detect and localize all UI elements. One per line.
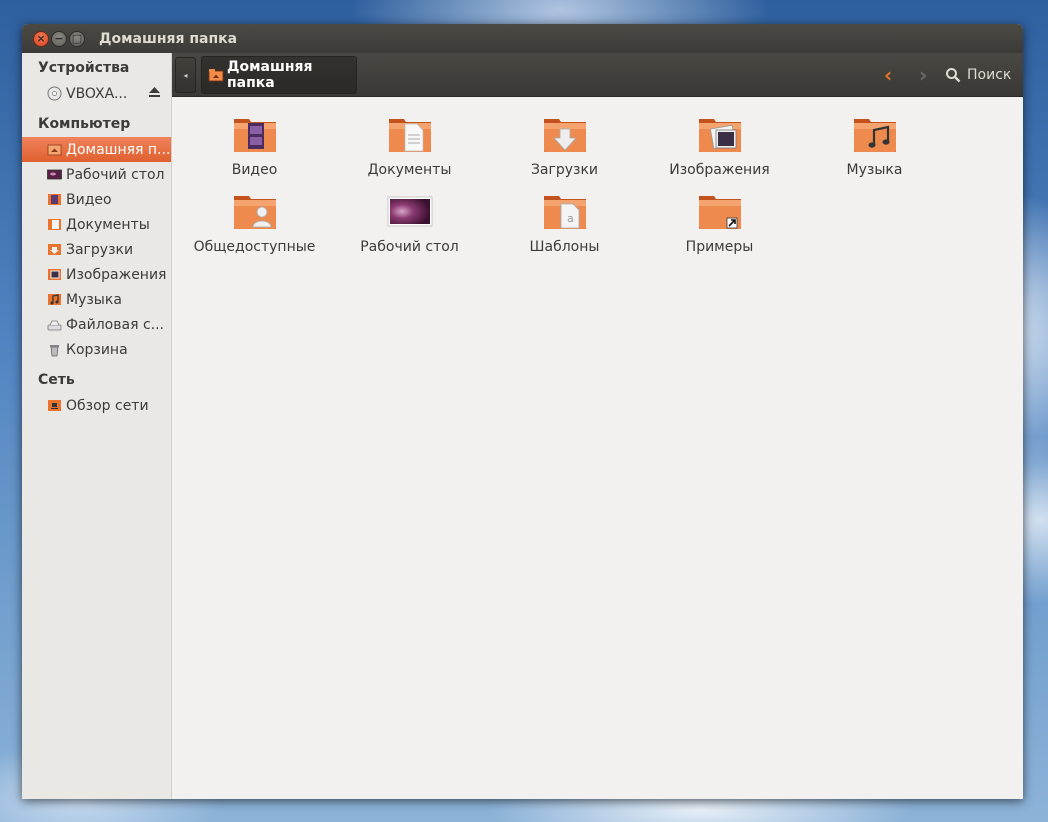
breadcrumb-scroll-left-button[interactable]: ◂ — [175, 57, 196, 93]
music-folder-icon — [851, 111, 899, 159]
sidebar-section-computer: Компьютер — [38, 116, 131, 132]
sidebar-item-label: Видео — [66, 191, 112, 208]
filesystem-icon — [47, 317, 62, 332]
public-folder-icon — [231, 188, 279, 236]
video-folder-icon — [47, 192, 62, 207]
maximize-window-button[interactable]: □ — [69, 30, 85, 47]
file-item-music[interactable]: Музыка — [797, 111, 952, 188]
file-view: Видео Документы Загрузки Изображения Муз… — [172, 97, 1023, 799]
search-button[interactable]: Поиск — [945, 63, 1011, 87]
sidebar-item-label: Файловая с... — [66, 316, 164, 333]
templates-folder-icon: a — [541, 188, 589, 236]
sidebar-item-label: Загрузки — [66, 241, 134, 258]
sidebar-item-music[interactable]: Музыка — [22, 287, 171, 312]
sidebar-item-label: Рабочий стол — [66, 166, 165, 183]
file-item-label: Рабочий стол — [360, 239, 459, 255]
home-folder-icon — [208, 67, 227, 83]
close-window-button[interactable]: × — [33, 30, 49, 47]
file-item-label: Примеры — [685, 239, 754, 255]
title-bar[interactable]: × − □ Домашняя папка — [22, 24, 1023, 53]
sidebar-item-video[interactable]: Видео — [22, 187, 171, 212]
sidebar-item-network-browse[interactable]: Обзор сети — [22, 393, 171, 418]
video-folder-icon — [231, 111, 279, 159]
sidebar-item-label: Музыка — [66, 291, 122, 308]
sidebar-item-vboxa[interactable]: VBOXA... — [22, 81, 171, 106]
file-item-video[interactable]: Видео — [177, 111, 332, 188]
breadcrumb-home-button[interactable]: Домашняя папка — [201, 56, 357, 94]
desktop-icon — [47, 167, 62, 182]
sidebar-item-label: Изображения — [66, 266, 167, 283]
file-item-pictures[interactable]: Изображения — [642, 111, 797, 188]
sidebar-item-trash[interactable]: Корзина — [22, 337, 171, 362]
svg-text:a: a — [567, 212, 574, 225]
search-label: Поиск — [967, 67, 1012, 83]
file-item-downloads[interactable]: Загрузки — [487, 111, 642, 188]
sidebar-item-filesystem[interactable]: Файловая с... — [22, 312, 171, 337]
trash-icon — [47, 342, 62, 357]
sidebar-item-label: VBOXA... — [66, 85, 128, 102]
file-item-desktop[interactable]: Рабочий стол — [332, 188, 487, 265]
file-item-label: Загрузки — [530, 162, 599, 178]
network-folder-icon — [47, 398, 62, 413]
file-item-examples[interactable]: Примеры — [642, 188, 797, 265]
sidebar-item-documents[interactable]: Документы — [22, 212, 171, 237]
documents-folder-icon — [47, 217, 62, 232]
file-item-documents[interactable]: Документы — [332, 111, 487, 188]
back-chevron-icon[interactable]: ‹ — [884, 63, 892, 87]
file-item-label: Шаблоны — [529, 239, 600, 255]
sidebar-section-devices: Устройства — [38, 60, 130, 76]
file-item-public[interactable]: Общедоступные — [177, 188, 332, 265]
sidebar-item-home[interactable]: Домашняя п... — [22, 137, 171, 162]
pictures-folder-icon — [47, 267, 62, 282]
sidebar-item-desktop[interactable]: Рабочий стол — [22, 162, 171, 187]
documents-folder-icon — [386, 111, 434, 159]
sidebar-item-label: Домашняя п... — [66, 141, 171, 158]
sidebar-item-label: Обзор сети — [66, 397, 149, 414]
window-title: Домашняя папка — [99, 30, 238, 47]
desktop-folder-icon — [386, 188, 434, 236]
file-item-label: Изображения — [669, 162, 770, 178]
sidebar-section-network: Сеть — [38, 372, 75, 388]
music-folder-icon — [47, 292, 62, 307]
home-folder-icon — [47, 142, 62, 157]
sidebar-item-pictures[interactable]: Изображения — [22, 262, 171, 287]
eject-icon[interactable] — [148, 86, 161, 102]
file-manager-window: × − □ Домашняя папка Устройства VBOXA...… — [22, 24, 1023, 799]
minimize-window-button[interactable]: − — [51, 30, 67, 47]
file-item-label: Документы — [367, 162, 452, 178]
breadcrumb-label: Домашняя папка — [227, 59, 313, 91]
sidebar-item-label: Корзина — [66, 341, 128, 358]
toolbar: ◂ Домашняя папка ‹ › Поиск — [172, 53, 1023, 97]
file-item-label: Видео — [231, 162, 278, 178]
examples-folder-icon — [696, 188, 744, 236]
file-item-templates[interactable]: a Шаблоны — [487, 188, 642, 265]
forward-chevron-icon[interactable]: › — [919, 63, 927, 87]
file-item-label: Общедоступные — [193, 239, 316, 255]
downloads-folder-icon — [47, 242, 62, 257]
sidebar-item-downloads[interactable]: Загрузки — [22, 237, 171, 262]
search-icon — [945, 67, 967, 83]
downloads-folder-icon — [541, 111, 589, 159]
places-sidebar: Устройства VBOXA... Компьютер Домашняя п… — [22, 53, 172, 799]
sidebar-item-label: Документы — [66, 216, 150, 233]
optical-disc-icon — [47, 86, 62, 101]
pictures-folder-icon — [696, 111, 744, 159]
file-item-label: Музыка — [846, 162, 903, 178]
